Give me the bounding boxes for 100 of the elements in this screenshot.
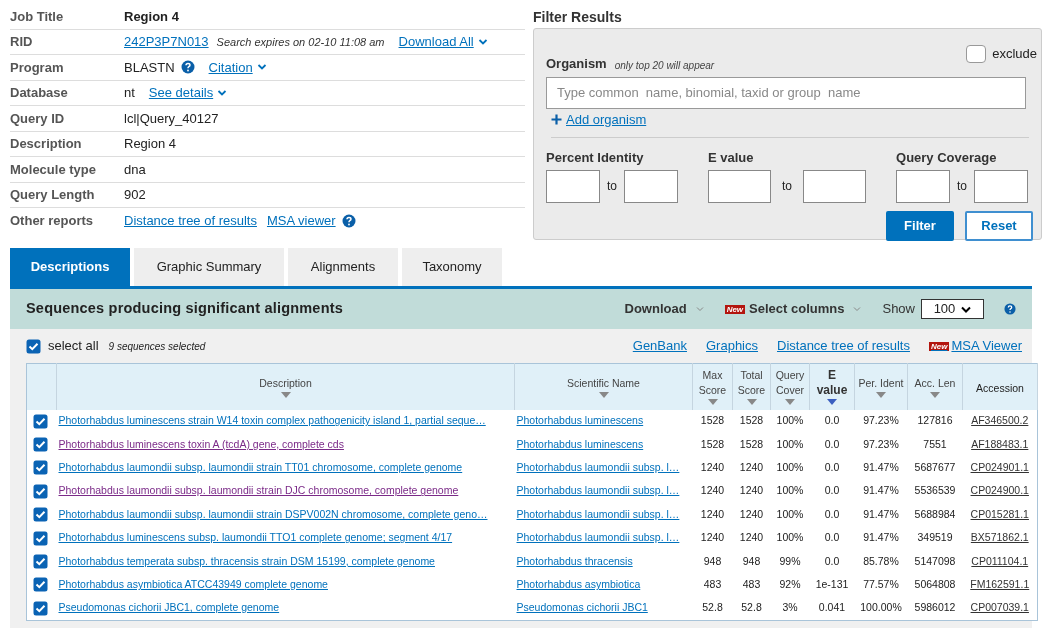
table-cell: 1240 xyxy=(700,484,725,497)
new-badge: New xyxy=(928,341,950,351)
description-link[interactable]: Photorhabdus asymbiotica ATCC43949 complete genome xyxy=(58,578,328,591)
select-columns-menu[interactable]: New Select columns xyxy=(724,299,863,319)
description-link[interactable]: Pseudomonas cichorii JBC1, complete genome xyxy=(58,601,280,614)
reset-button[interactable]: Reset xyxy=(965,210,1033,241)
range-from-field[interactable] xyxy=(708,169,771,203)
column-header[interactable]: Max Score xyxy=(694,368,731,399)
description-link[interactable]: Photorhabdus temperata subsp. thracensis strain DSM 15199, complete genome xyxy=(58,554,435,567)
organism-link[interactable]: Photorhabdus thracensis xyxy=(516,554,633,567)
checkbox-label: exclude xyxy=(992,45,1037,63)
column-header[interactable]: Query Cover xyxy=(772,368,808,399)
tab[interactable]: Graphic Summary xyxy=(134,248,284,286)
column-header[interactable]: Total Score xyxy=(734,368,769,399)
field-label: Organism xyxy=(546,55,607,73)
accession-link[interactable]: CP024901.1 xyxy=(970,461,1029,474)
description-link[interactable]: Photorhabdus laumondii subsp. laumondii strain DJC chromosome, complete genome xyxy=(58,484,459,497)
range-to-field[interactable] xyxy=(624,169,678,203)
table-cell: 5147098 xyxy=(914,554,956,567)
help-icon xyxy=(1004,303,1016,315)
chevron-down-icon xyxy=(256,63,267,72)
checkbox-label: select all xyxy=(48,337,99,356)
section-title: Sequences producing significant alignments xyxy=(26,299,344,319)
field-label: Other reports xyxy=(10,212,95,230)
table-cell: 0.0 xyxy=(824,531,840,544)
range-from-field[interactable] xyxy=(546,169,600,203)
download-menu[interactable]: Download xyxy=(624,299,705,319)
description-link[interactable]: Photorhabdus laumondii subsp. laumondii strain TT01 chromosome, complete genome xyxy=(58,461,463,474)
row-checkbox[interactable] xyxy=(33,460,48,476)
exclude-checkbox[interactable] xyxy=(966,44,987,63)
field-label: RID xyxy=(10,33,34,51)
link[interactable]: New MSA Viewer xyxy=(928,336,1022,356)
select-all-checkbox[interactable] xyxy=(26,338,41,354)
organism-link[interactable]: Photorhabdus laumondii subsp. l… xyxy=(516,531,680,544)
accession-link[interactable]: CP015281.1 xyxy=(970,507,1029,520)
row-checkbox[interactable] xyxy=(33,483,48,499)
row-checkbox[interactable] xyxy=(33,413,48,429)
dropdown-link[interactable]: Download All xyxy=(398,32,488,52)
organism-link[interactable]: Photorhabdus laumondii subsp. l… xyxy=(516,461,680,474)
row-checkbox[interactable] xyxy=(33,554,48,570)
link[interactable]: Distance tree of results xyxy=(777,336,910,356)
add-organism-link[interactable]: Add organism xyxy=(566,109,647,129)
description-link[interactable]: Photorhabdus luminescens toxin A (tcdA) gene, complete cds xyxy=(58,437,344,450)
organism-link[interactable]: Photorhabdus asymbiotica xyxy=(516,578,641,591)
organism-link[interactable]: Pseudomonas cichorii JBC1 xyxy=(516,601,648,614)
dropdown-link[interactable]: See details xyxy=(148,83,228,103)
organism-link[interactable]: Photorhabdus laumondii subsp. l… xyxy=(516,484,680,497)
accession-link[interactable]: FM162591.1 xyxy=(970,578,1030,591)
range-to-field[interactable] xyxy=(803,169,867,203)
field-label: Job Title xyxy=(10,7,65,26)
link[interactable]: Distance tree of results xyxy=(124,211,257,231)
organism-link[interactable]: Photorhabdus luminescens xyxy=(516,414,644,427)
link[interactable]: MSA viewer xyxy=(266,211,336,231)
table-cell: 1240 xyxy=(700,507,725,520)
link[interactable]: GenBank xyxy=(632,336,687,356)
table-cell: 99% xyxy=(779,554,801,567)
row-checkbox[interactable] xyxy=(33,530,48,546)
description-link[interactable]: Photorhabdus laumondii subsp. laumondii strain DSPV002N chromosome, complete geno… xyxy=(58,507,488,520)
link[interactable]: 242P3P7N013 xyxy=(124,32,209,52)
column-header[interactable]: Accession xyxy=(976,381,1024,397)
accession-link[interactable]: AF188483.1 xyxy=(971,437,1029,450)
accession-link[interactable]: CP011104.1 xyxy=(971,554,1029,567)
description-link[interactable]: Photorhabdus luminescens subsp. laumondii TTO1 complete genome; segment 4/17 xyxy=(58,531,453,544)
row-checkbox[interactable] xyxy=(33,437,48,453)
accession-link[interactable]: BX571862.1 xyxy=(970,531,1029,544)
table-cell: 52.8 xyxy=(741,601,762,614)
table-cell: 5536539 xyxy=(914,484,956,497)
range-from-field[interactable] xyxy=(896,169,951,203)
table-cell: 52.8 xyxy=(702,601,723,614)
page-size-select[interactable]: 100 xyxy=(921,299,984,319)
accession-link[interactable]: CP024900.1 xyxy=(970,484,1029,497)
tab[interactable]: Alignments xyxy=(288,248,398,286)
organism-link[interactable]: Photorhabdus laumondii subsp. l… xyxy=(516,507,680,520)
table-cell: 0.0 xyxy=(824,437,840,450)
table-cell: 1528 xyxy=(700,414,725,427)
table-cell: 1528 xyxy=(700,437,725,450)
column-header[interactable]: Per. Ident xyxy=(858,375,904,391)
range-to-field[interactable] xyxy=(974,169,1029,203)
column-header[interactable]: Description xyxy=(259,375,312,391)
column-header[interactable]: Acc. Len xyxy=(914,375,956,391)
tab[interactable]: Descriptions xyxy=(10,248,130,286)
link[interactable]: Graphics xyxy=(706,336,758,356)
organism-search-field[interactable]: Type common name, binomial, taxid or group name xyxy=(546,76,1026,109)
dropdown-link[interactable]: Citation xyxy=(208,57,267,77)
accession-link[interactable]: CP007039.1 xyxy=(970,601,1029,614)
description-link[interactable]: Photorhabdus luminescens strain W14 toxin complex pathogenicity island 1, partial seque… xyxy=(58,414,486,427)
table-cell: 91.47% xyxy=(863,507,899,520)
field-label: Query ID xyxy=(10,109,66,128)
accession-link[interactable]: AF346500.2 xyxy=(971,414,1029,427)
table-cell: 5986012 xyxy=(914,601,956,614)
tab[interactable]: Taxonomy xyxy=(402,248,502,286)
filter-button[interactable]: Filter xyxy=(886,210,954,241)
row-checkbox[interactable] xyxy=(33,577,48,593)
organism-link[interactable]: Photorhabdus luminescens xyxy=(516,437,644,450)
column-header[interactable]: E value xyxy=(811,368,853,399)
row-checkbox[interactable] xyxy=(33,600,48,616)
column-header[interactable]: Scientific Name xyxy=(567,375,640,391)
table-cell: 97.23% xyxy=(863,414,899,427)
show-label: Show xyxy=(882,300,915,319)
row-checkbox[interactable] xyxy=(33,507,48,523)
